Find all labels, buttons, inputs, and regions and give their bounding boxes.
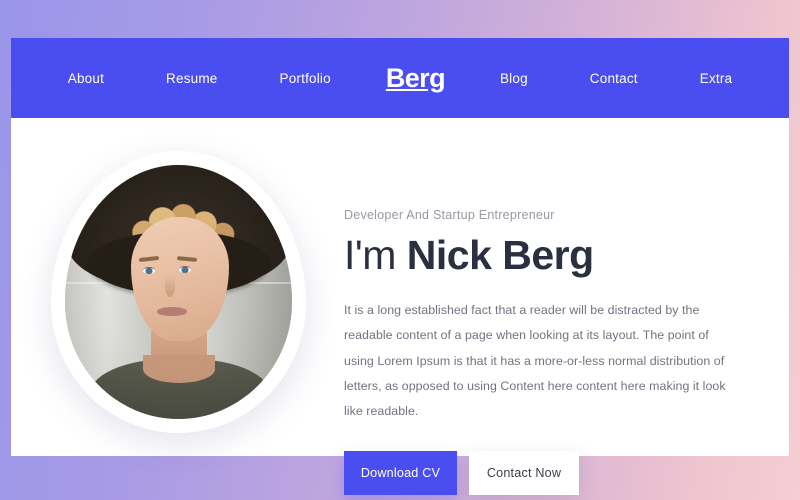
portrait-container	[51, 151, 306, 433]
nav-links-left-group: About Resume Portfolio	[37, 65, 362, 92]
hero-title-prefix: I'm	[344, 232, 407, 278]
nav-link-extra[interactable]: Extra	[698, 65, 735, 92]
hero-title-name: Nick Berg	[406, 232, 594, 278]
nav-link-about[interactable]: About	[66, 65, 106, 92]
nav-link-resume[interactable]: Resume	[164, 65, 219, 92]
nav-link-contact[interactable]: Contact	[588, 65, 640, 92]
hero-section: Developer And Startup Entrepreneur I'm N…	[11, 118, 789, 496]
hero-text-column: Developer And Startup Entrepreneur I'm N…	[344, 208, 744, 496]
nav-links-right-group: Blog Contact Extra	[469, 65, 763, 92]
hero-subtitle: Developer And Startup Entrepreneur	[344, 208, 555, 222]
page-sheet: About Resume Portfolio Berg Blog Contact…	[11, 38, 789, 496]
brand-logo[interactable]: Berg	[386, 64, 446, 92]
hero-button-group: Download CV Contact Now	[344, 451, 744, 496]
contact-now-button[interactable]: Contact Now	[469, 451, 579, 496]
page-viewport: About Resume Portfolio Berg Blog Contact…	[0, 0, 800, 500]
photo-vignette	[65, 165, 292, 419]
download-cv-button[interactable]: Download CV	[344, 451, 457, 496]
hero-paragraph: It is a long established fact that a rea…	[344, 303, 726, 418]
nav-link-portfolio[interactable]: Portfolio	[278, 65, 333, 92]
nav-link-blog[interactable]: Blog	[498, 65, 530, 92]
main-navigation-bar: About Resume Portfolio Berg Blog Contact…	[11, 38, 789, 118]
hero-title: I'm Nick Berg	[344, 233, 744, 277]
portrait-photo	[65, 165, 292, 419]
